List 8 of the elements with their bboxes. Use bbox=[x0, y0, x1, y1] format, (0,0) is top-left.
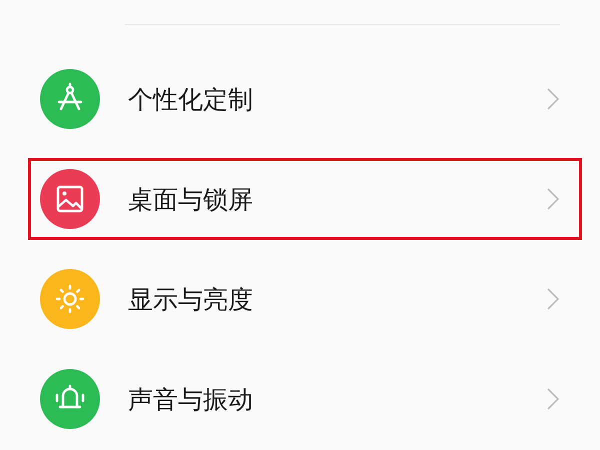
settings-label[interactable]: 显示与亮度 bbox=[128, 282, 547, 316]
chevron-right-icon bbox=[547, 288, 559, 310]
chevron-right-icon bbox=[547, 88, 559, 110]
chevron-right-icon bbox=[547, 188, 559, 210]
settings-label[interactable]: 桌面与锁屏 bbox=[128, 182, 547, 216]
settings-label[interactable]: 声音与振动 bbox=[128, 382, 547, 416]
chevron-right-icon bbox=[547, 388, 559, 410]
settings-label[interactable]: 个性化定制 bbox=[128, 82, 547, 116]
